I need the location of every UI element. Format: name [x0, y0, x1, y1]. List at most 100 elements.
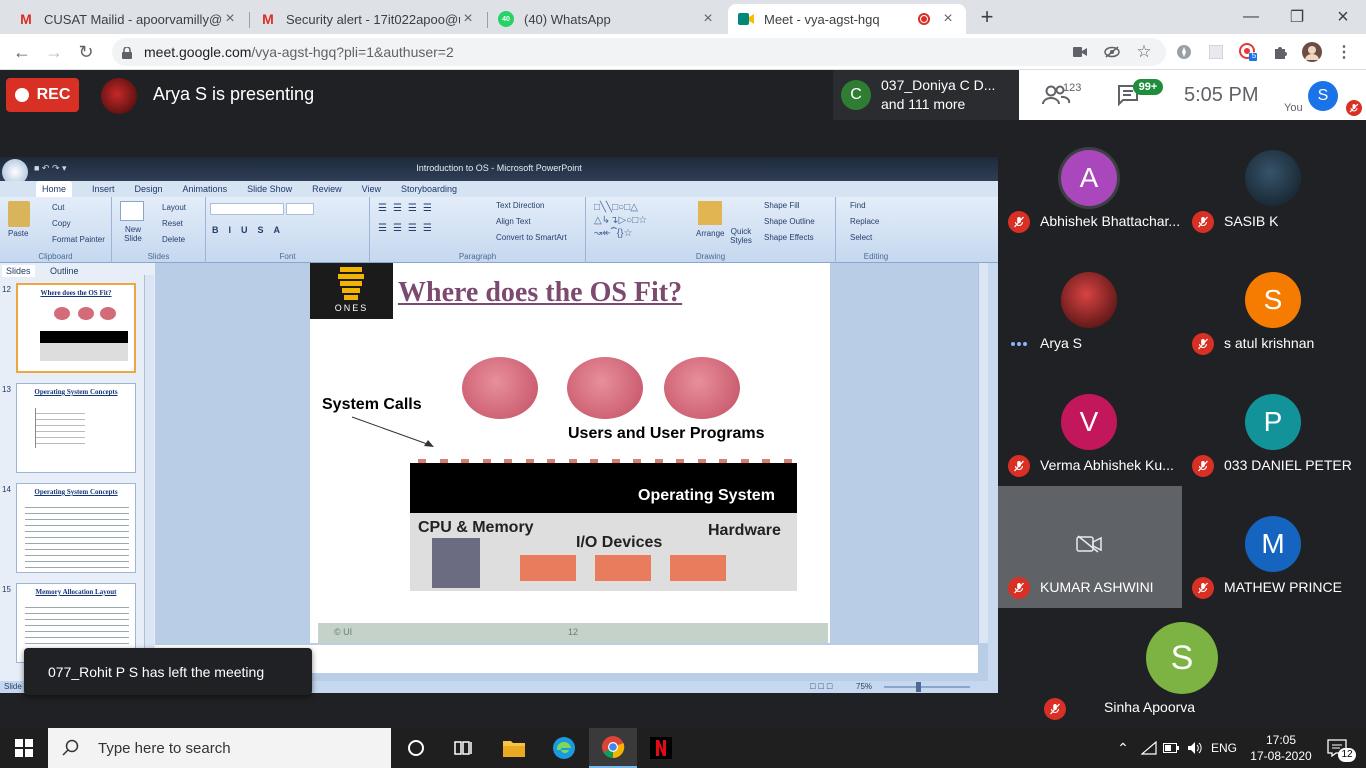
edge-button[interactable]	[540, 728, 588, 768]
format-painter-button[interactable]: Format Painter	[52, 235, 105, 244]
zoom-slider[interactable]	[884, 686, 970, 688]
volume-icon[interactable]	[1184, 728, 1206, 768]
self-avatar[interactable]: S	[1308, 81, 1338, 111]
slide-thumbnail[interactable]: Operating System Concepts	[16, 383, 136, 473]
profile-avatar[interactable]	[1302, 42, 1322, 62]
quick-styles-button[interactable]: Quick Styles	[730, 227, 752, 245]
reload-button[interactable]: ↻	[74, 40, 98, 64]
shape-fill-button[interactable]: Shape Fill	[764, 201, 800, 210]
ribbon-tab-storyboarding[interactable]: Storyboarding	[401, 181, 457, 197]
participant-tile[interactable]: M MATHEW PRINCE	[1182, 486, 1366, 608]
replace-button[interactable]: Replace	[850, 217, 879, 226]
convert-smartart-button[interactable]: Convert to SmartArt	[496, 233, 567, 242]
copy-button[interactable]: Copy	[52, 219, 71, 228]
shape-outline-button[interactable]: Shape Outline	[764, 217, 815, 226]
participant-tile[interactable]: P 033 DANIEL PETER	[1182, 364, 1366, 486]
slide-scrollbar[interactable]	[978, 263, 988, 643]
list-buttons[interactable]: ☰☰☰☰	[378, 203, 438, 214]
ribbon-tab-home[interactable]: Home	[36, 181, 73, 197]
address-bar[interactable]: meet.google.com/vya-agst-hgq?pli=1&authu…	[112, 38, 1166, 66]
user-program-ellipse	[567, 357, 643, 419]
participant-tile[interactable]: Ss atul krishnan	[1182, 242, 1366, 364]
view-buttons[interactable]: □□□	[810, 681, 850, 693]
tab-meet[interactable]: Meet - vya-agst-hgq ×	[728, 4, 966, 34]
maximize-button[interactable]: ❐	[1274, 0, 1320, 34]
slide-thumbnail[interactable]: Operating System Concepts	[16, 483, 136, 573]
battery-icon[interactable]	[1160, 728, 1182, 768]
font-format-buttons[interactable]: BIUSA	[212, 225, 290, 235]
ribbon-tab-insert[interactable]: Insert	[92, 181, 115, 197]
find-button[interactable]: Find	[850, 201, 866, 210]
close-tab-icon[interactable]: ×	[460, 10, 476, 28]
rec-button[interactable]: REC	[6, 78, 79, 112]
reset-button[interactable]: Reset	[162, 219, 183, 228]
eye-slash-icon[interactable]	[1102, 42, 1122, 62]
new-slide-button[interactable]: New Slide	[118, 225, 148, 243]
task-view-button[interactable]	[440, 728, 488, 768]
ribbon-tab-review[interactable]: Review	[312, 181, 342, 197]
ribbon-tab-slideshow[interactable]: Slide Show	[247, 181, 292, 197]
new-tab-button[interactable]: +	[976, 4, 998, 30]
tab-whatsapp[interactable]: 40 (40) WhatsApp ×	[488, 4, 726, 34]
back-button[interactable]: ←	[10, 40, 34, 64]
chrome-menu-icon[interactable]: ⋮	[1334, 42, 1354, 62]
shapes-gallery[interactable]: □╲╲□○□△ △↳↴▷○□☆ ↝↞⏞{}☆	[594, 201, 684, 241]
select-button[interactable]: Select	[850, 233, 872, 242]
participant-tile[interactable]: A Abhishek Bhattachar...	[998, 120, 1182, 242]
layout-button[interactable]: Layout	[162, 203, 186, 212]
puzzle-extensions-icon[interactable]	[1270, 42, 1290, 62]
shape-effects-button[interactable]: Shape Effects	[764, 233, 814, 242]
language-indicator[interactable]: ENG	[1208, 728, 1240, 768]
camera-icon[interactable]	[1070, 42, 1090, 62]
font-size-field[interactable]	[286, 203, 314, 215]
participant-tile[interactable]: Arya S	[998, 242, 1182, 364]
text-direction-button[interactable]: Text Direction	[496, 201, 544, 210]
paste-button[interactable]: Paste	[8, 229, 28, 238]
participant-tile[interactable]: KUMAR ASHWINI	[998, 486, 1182, 608]
chrome-taskbar-button[interactable]	[589, 728, 637, 768]
delete-button[interactable]: Delete	[162, 235, 185, 244]
font-name-field[interactable]	[210, 203, 284, 215]
pinned-participant-chip[interactable]: C 037_Doniya C D... and 111 more	[833, 70, 1019, 120]
file-explorer-button[interactable]	[490, 728, 538, 768]
participant-tile[interactable]: SASIB K	[1182, 120, 1366, 242]
tab-security-alert[interactable]: M Security alert - 17it022apoo@ug ×	[250, 4, 486, 34]
zoom-slider-thumb[interactable]	[916, 682, 921, 692]
extension-compass-icon[interactable]	[1174, 42, 1194, 62]
arrange-button[interactable]: Arrange	[696, 229, 724, 238]
close-tab-icon[interactable]: ×	[700, 10, 716, 28]
ribbon-tab-design[interactable]: Design	[135, 181, 163, 197]
cortana-button[interactable]	[392, 728, 440, 768]
pane-scrollbar[interactable]	[144, 275, 154, 655]
ribbon-tab-view[interactable]: View	[362, 181, 381, 197]
participant-tile[interactable]: S Sinha Apoorva	[1044, 608, 1302, 730]
extension-record-icon[interactable]: 5	[1238, 42, 1258, 62]
participant-name: Abhishek Bhattachar...	[1040, 213, 1180, 229]
taskbar-search[interactable]: Type here to search	[48, 728, 391, 768]
forward-button[interactable]: →	[42, 40, 66, 64]
slide-thumbnail[interactable]: Where does the OS Fit?	[16, 283, 136, 373]
ribbon-tab-animations[interactable]: Animations	[183, 181, 228, 197]
taskbar-clock[interactable]: 17:05 17-08-2020	[1250, 728, 1312, 768]
minimize-button[interactable]: —	[1228, 0, 1274, 34]
action-center-button[interactable]: 12	[1318, 728, 1358, 768]
participant-grid: A Abhishek Bhattachar... SASIB K Arya S Ss a…	[998, 120, 1366, 730]
start-button[interactable]	[0, 728, 48, 768]
close-window-button[interactable]: ×	[1320, 0, 1366, 34]
extension-square-icon[interactable]	[1206, 42, 1226, 62]
close-tab-icon[interactable]: ×	[222, 10, 238, 28]
tray-chevron-icon[interactable]: ⌃	[1112, 728, 1134, 768]
participant-tile[interactable]: V Verma Abhishek Ku...	[998, 364, 1182, 486]
netflix-button[interactable]	[637, 728, 685, 768]
group-label: Slides	[147, 252, 170, 261]
ppt-title-bar: ■ ↶ ↷ ▾ Introduction to OS - Microsoft P…	[0, 157, 998, 185]
pane-tab-outline[interactable]: Outline	[46, 265, 83, 277]
close-tab-icon[interactable]: ×	[940, 10, 956, 28]
align-buttons[interactable]: ☰☰☰☰	[378, 223, 438, 234]
align-text-button[interactable]: Align Text	[496, 217, 531, 226]
pane-tab-slides[interactable]: Slides	[2, 265, 35, 277]
tab-cusat-mail[interactable]: M CUSAT Mailid - apoorvamilly@gr ×	[8, 4, 248, 34]
network-icon[interactable]	[1138, 728, 1160, 768]
bookmark-star-icon[interactable]: ☆	[1134, 42, 1154, 62]
cut-button[interactable]: Cut	[52, 203, 64, 212]
